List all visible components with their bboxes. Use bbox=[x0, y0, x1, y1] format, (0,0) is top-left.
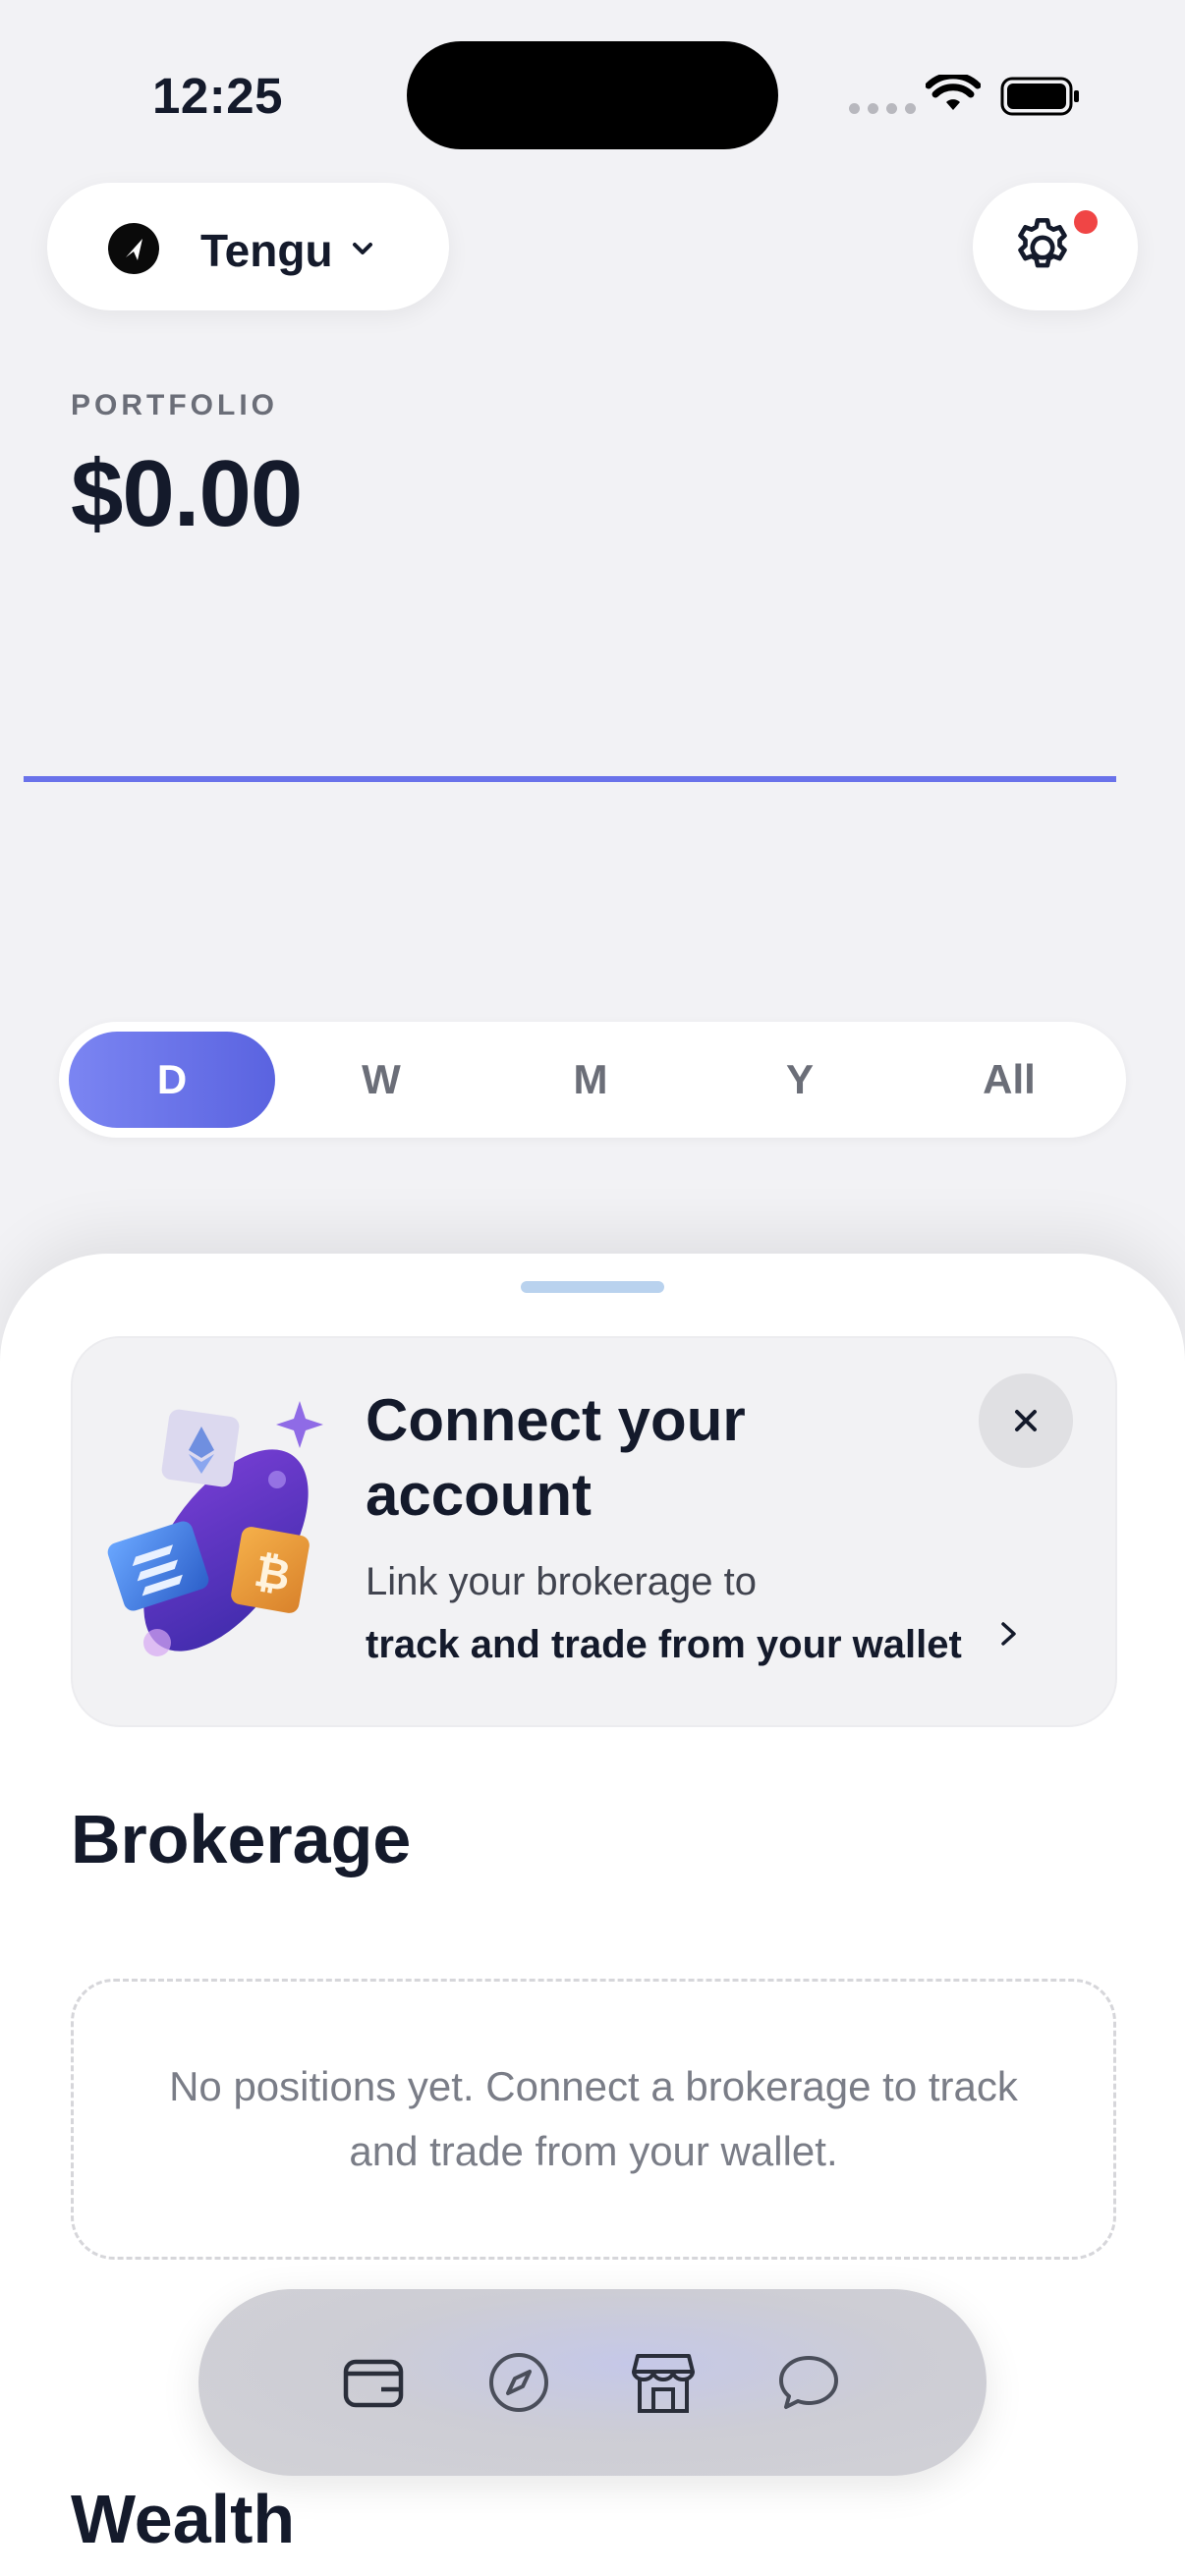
wifi-icon bbox=[926, 75, 981, 110]
tab-wallet[interactable] bbox=[339, 2348, 408, 2417]
connect-card-cta: track and trade from your wallet bbox=[366, 1623, 962, 1666]
timeframe-month-button[interactable]: M bbox=[487, 1032, 694, 1128]
compass-icon bbox=[489, 2353, 548, 2412]
notification-dot bbox=[1074, 210, 1098, 234]
account-name: Tengu bbox=[200, 225, 333, 276]
crypto-illustration: ₿ bbox=[107, 1401, 323, 1656]
chat-icon bbox=[779, 2356, 838, 2409]
battery-icon bbox=[1000, 77, 1079, 116]
close-icon bbox=[1015, 1410, 1037, 1431]
status-time: 12:25 bbox=[152, 68, 283, 124]
portfolio-value: $0.00 bbox=[71, 441, 303, 546]
gear-icon bbox=[1018, 217, 1067, 268]
portfolio-chart bbox=[24, 776, 1116, 782]
connect-card-description: Link your brokerage to bbox=[366, 1560, 758, 1603]
sheet-grabber[interactable] bbox=[521, 1281, 664, 1293]
close-card-button[interactable] bbox=[979, 1373, 1073, 1468]
timeframe-selector: D W M Y All bbox=[59, 1022, 1126, 1138]
brokerage-section-title: Brokerage bbox=[71, 1801, 412, 1877]
store-icon bbox=[632, 2354, 695, 2413]
tab-chat[interactable] bbox=[774, 2348, 843, 2417]
cellular-signal-icon bbox=[849, 103, 916, 114]
navigation-arrow-icon bbox=[126, 239, 142, 260]
connect-card-title: Connect your account bbox=[366, 1387, 746, 1528]
tab-store[interactable] bbox=[629, 2348, 698, 2417]
account-avatar bbox=[108, 223, 159, 274]
timeframe-year-button[interactable]: Y bbox=[697, 1032, 903, 1128]
wallet-icon bbox=[343, 2359, 404, 2408]
timeframe-all-button[interactable]: All bbox=[906, 1032, 1112, 1128]
tab-bar bbox=[198, 2289, 987, 2476]
wealth-section-title: Wealth bbox=[71, 2481, 296, 2557]
chevron-down-icon bbox=[353, 243, 372, 254]
brokerage-empty-state: No positions yet. Connect a brokerage to… bbox=[71, 1979, 1116, 2260]
chevron-right-icon bbox=[1001, 1622, 1016, 1646]
empty-state-text: No positions yet. Connect a brokerage to… bbox=[169, 2063, 1018, 2174]
tab-explore[interactable] bbox=[484, 2348, 553, 2417]
dynamic-island bbox=[407, 41, 778, 149]
timeframe-day-button[interactable]: D bbox=[69, 1032, 275, 1128]
portfolio-label: PORTFOLIO bbox=[71, 389, 278, 421]
timeframe-week-button[interactable]: W bbox=[278, 1032, 484, 1128]
